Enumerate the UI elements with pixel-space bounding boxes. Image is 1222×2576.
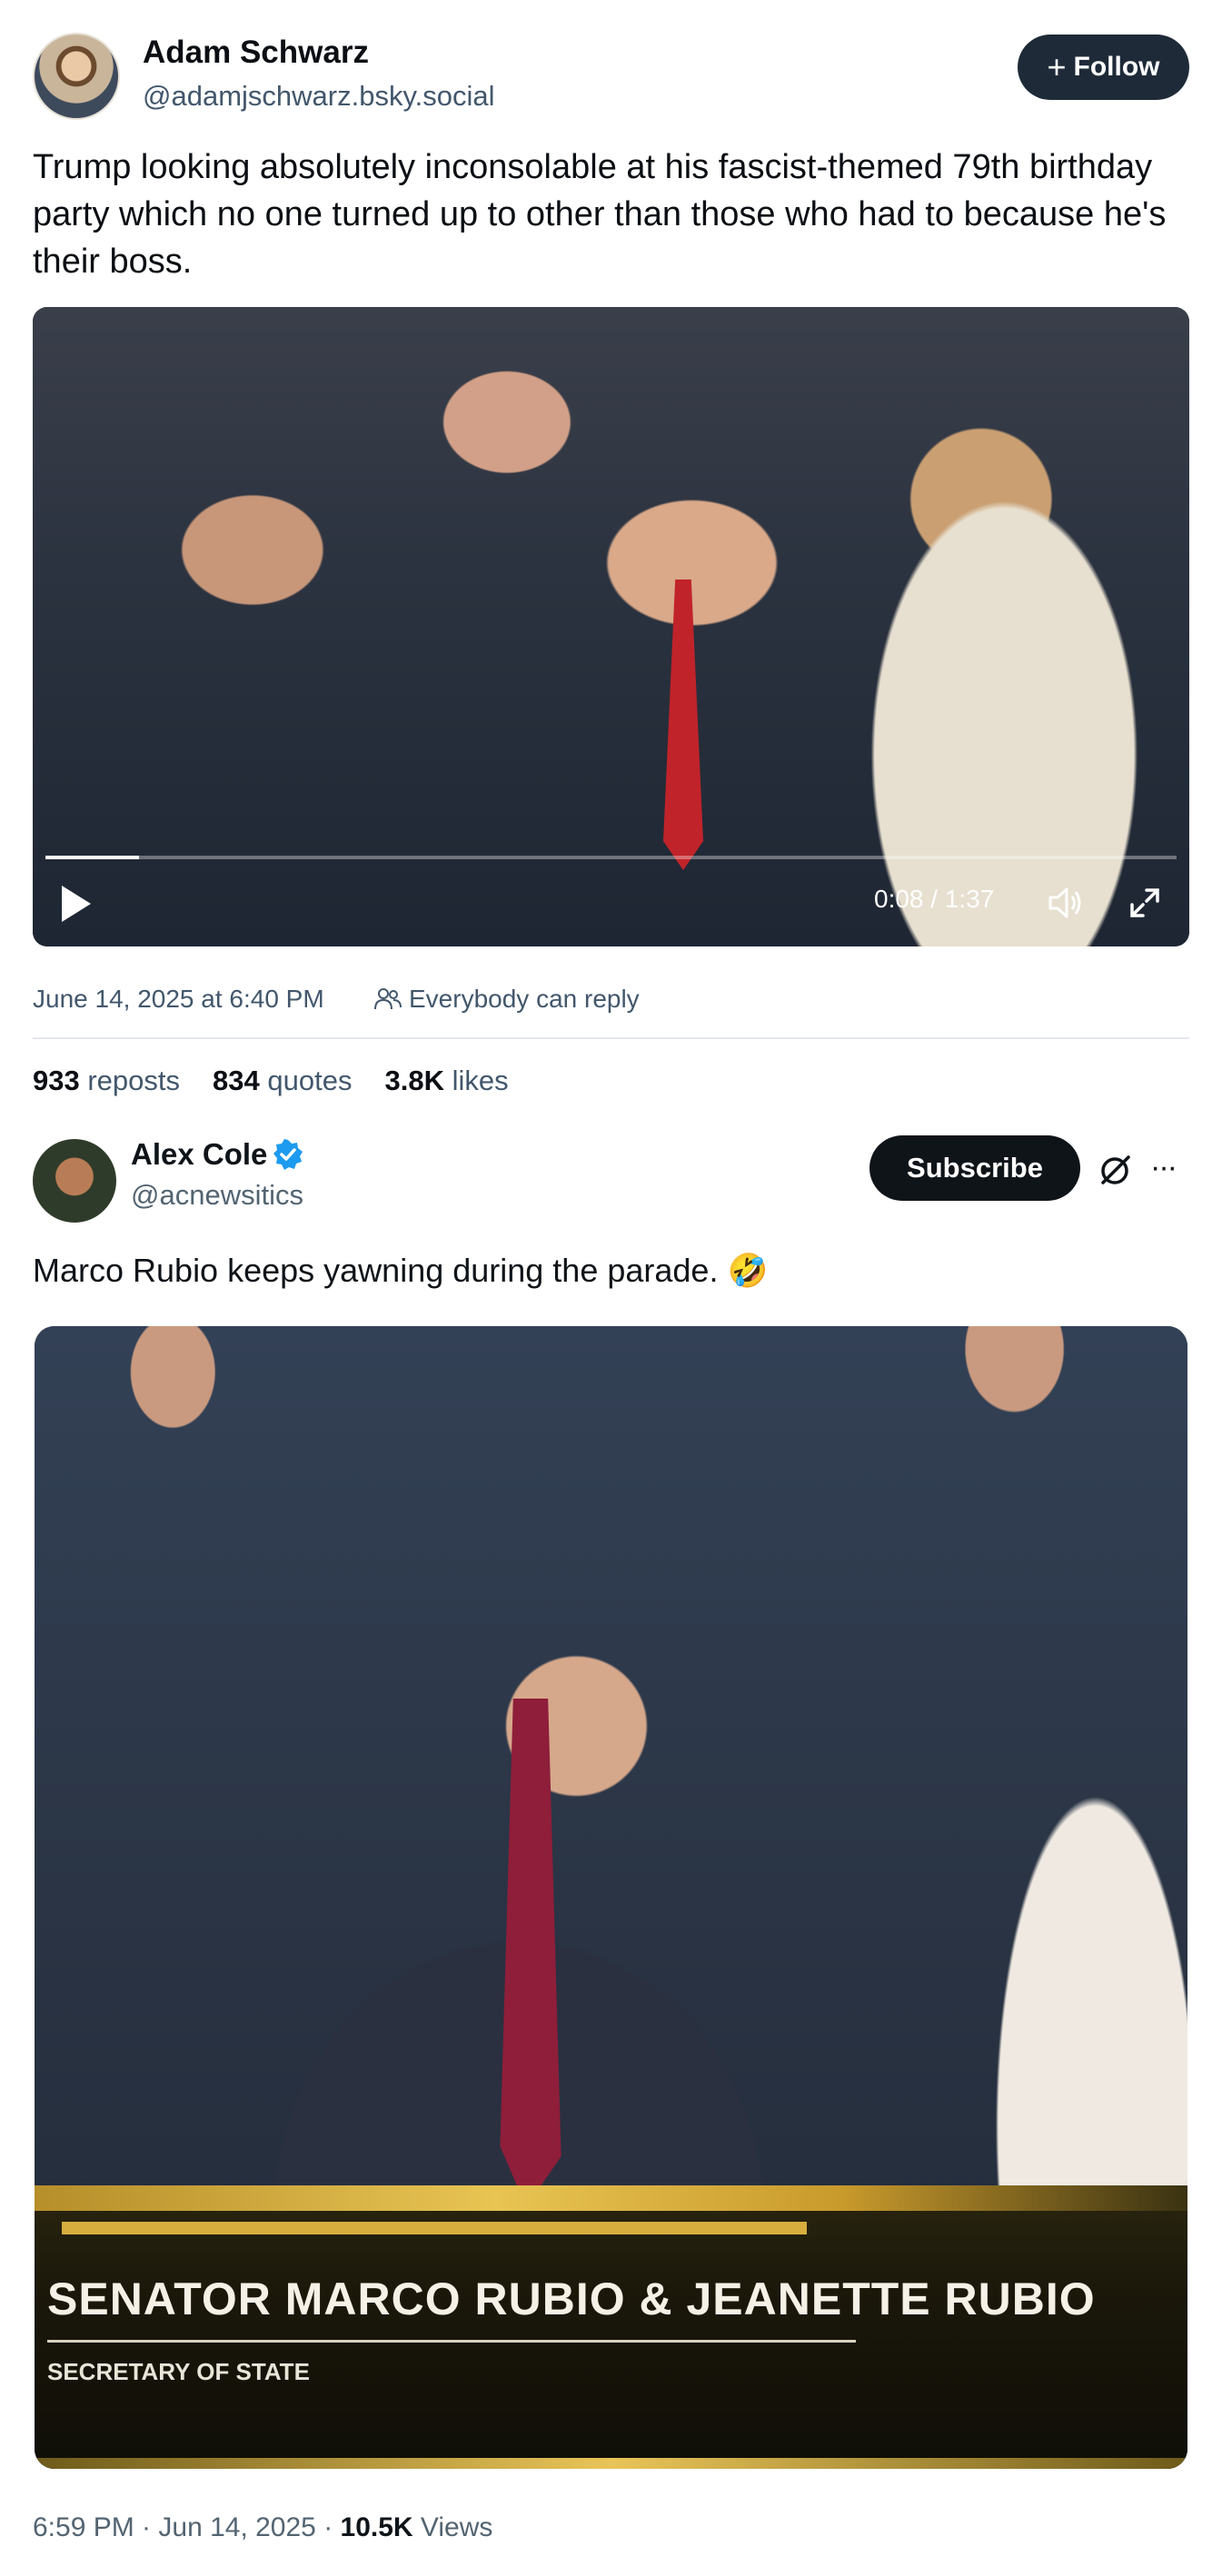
reposts-stat[interactable]: 933 reposts xyxy=(33,1065,180,1097)
video-progress-track[interactable] xyxy=(45,856,1177,859)
author-name-row[interactable]: Alex Cole xyxy=(131,1137,303,1172)
post-stats: 933 reposts 834 quotes 3.8K likes xyxy=(33,1065,509,1097)
banner-bottom-bar xyxy=(35,2458,1187,2469)
author-name[interactable]: Adam Schwarz xyxy=(143,35,369,71)
post-meta: 6:59 PM · Jun 14, 2025 · 10.5K Views xyxy=(33,2512,492,2543)
quotes-stat[interactable]: 834 quotes xyxy=(213,1065,352,1097)
lower-third-banner: SENATOR MARCO RUBIO & JEANETTE RUBIO SEC… xyxy=(35,2185,1187,2469)
subscribe-button[interactable]: Subscribe xyxy=(869,1135,1080,1201)
post-date[interactable]: June 14, 2025 at 6:40 PM xyxy=(33,985,324,1014)
play-icon[interactable] xyxy=(60,884,93,924)
follow-button[interactable]: + Follow xyxy=(1018,35,1189,100)
views-count: 10.5K xyxy=(340,2512,413,2542)
quotes-count: 834 xyxy=(213,1065,260,1096)
grok-icon[interactable] xyxy=(1098,1152,1134,1188)
follow-label: Follow xyxy=(1073,52,1160,82)
post-timestamp[interactable]: 6:59 PM · Jun 14, 2025 · xyxy=(33,2512,341,2542)
likes-count: 3.8K xyxy=(384,1065,444,1096)
post-text: Trump looking absolutely inconsolable at… xyxy=(33,148,1167,281)
reposts-count: 933 xyxy=(33,1065,80,1096)
author-handle[interactable]: @acnewsitics xyxy=(131,1179,303,1212)
video-frame xyxy=(33,307,1189,946)
fullscreen-icon[interactable] xyxy=(1127,885,1163,921)
lower-third-name: SENATOR MARCO RUBIO & JEANETTE RUBIO xyxy=(47,2274,1096,2324)
video-time: 0:08 / 1:37 xyxy=(874,885,995,913)
author-avatar[interactable] xyxy=(33,33,120,120)
likes-label: likes xyxy=(452,1065,509,1096)
reposts-label: reposts xyxy=(87,1065,181,1096)
views-label: Views xyxy=(412,2512,493,2542)
author-avatar[interactable] xyxy=(33,1139,116,1223)
lower-third-underline xyxy=(47,2340,856,2343)
reply-setting-label: Everybody can reply xyxy=(409,985,640,1013)
video-player[interactable]: SENATOR MARCO RUBIO & JEANETTE RUBIO SEC… xyxy=(35,1326,1187,2469)
reply-setting: Everybody can reply xyxy=(374,985,640,1014)
plus-icon: + xyxy=(1047,48,1067,85)
people-icon xyxy=(374,988,402,1010)
banner-gold-stripe xyxy=(62,2222,807,2234)
author-handle[interactable]: @adamjschwarz.bsky.social xyxy=(143,80,495,113)
video-progress-fill xyxy=(45,856,140,859)
author-name[interactable]: Alex Cole xyxy=(131,1137,267,1172)
post-text: Marco Rubio keeps yawning during the par… xyxy=(33,1252,769,1289)
more-icon[interactable]: ··· xyxy=(1150,1150,1190,1186)
verified-badge-icon xyxy=(273,1139,303,1170)
quotes-label: quotes xyxy=(267,1065,353,1096)
video-player[interactable]: 0:08 / 1:37 xyxy=(33,307,1189,946)
likes-stat[interactable]: 3.8K likes xyxy=(384,1065,508,1097)
lower-third-role: SECRETARY OF STATE xyxy=(47,2358,310,2385)
divider xyxy=(33,1037,1189,1039)
banner-gold-bar xyxy=(35,2185,1187,2211)
volume-icon[interactable] xyxy=(1047,885,1083,921)
